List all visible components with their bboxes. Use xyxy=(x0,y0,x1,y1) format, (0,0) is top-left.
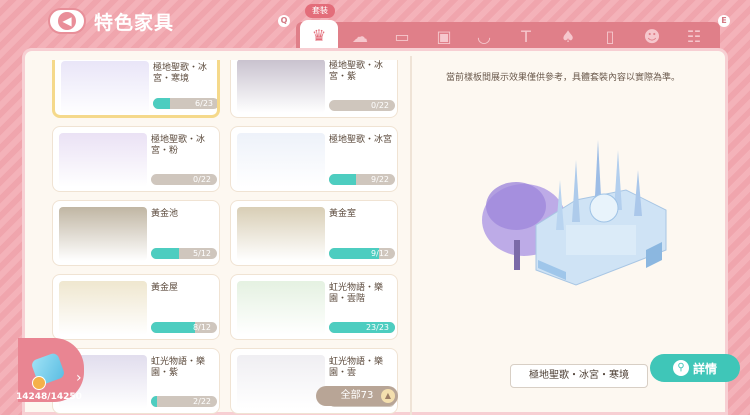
set-name: 虹光物語・樂園・紫 xyxy=(151,357,206,378)
set-name: 虹光物語・樂園・雲階 xyxy=(329,283,384,304)
chevron-right-icon: › xyxy=(76,370,82,386)
bed-icon[interactable]: ▭ xyxy=(390,26,414,48)
back-button[interactable]: ◀ xyxy=(48,8,86,34)
set-card[interactable]: 黃金屋 8/12 xyxy=(52,274,220,340)
chevron-left-icon: ◀ xyxy=(58,12,76,30)
set-name: 極地聖歌・冰宮 xyxy=(329,135,393,145)
set-progress-text: 5/12 xyxy=(193,249,211,258)
lamp-icon[interactable]: ♠ xyxy=(556,26,580,48)
set-progress-bar: 8/12 xyxy=(151,322,217,333)
set-progress-bar: 2/22 xyxy=(151,396,217,407)
set-name: 黃金屋 xyxy=(151,283,179,293)
filter-dropdown[interactable]: 全部73 ▲ xyxy=(316,386,398,406)
set-name: 黃金室 xyxy=(329,209,357,219)
set-card[interactable]: 極地聖歌・冰宮・粉 0/22 xyxy=(52,126,220,192)
set-progress-text: 23/23 xyxy=(365,323,389,332)
set-progress-bar: 0/22 xyxy=(329,100,395,111)
set-progress-fill xyxy=(151,248,179,259)
set-progress-fill xyxy=(151,322,195,333)
filter-label: 全部73 xyxy=(340,390,374,401)
set-thumbnail xyxy=(237,133,325,187)
set-progress-fill xyxy=(151,396,157,407)
set-card[interactable]: 黃金池 5/12 xyxy=(52,200,220,266)
detail-button[interactable]: ⚲ 詳情 xyxy=(650,354,740,382)
set-card[interactable]: 虹光物語・樂園・雲階 23/23 xyxy=(230,274,398,340)
set-progress-text: 0/22 xyxy=(193,175,211,184)
set-progress-bar: 9/22 xyxy=(329,174,395,185)
set-name: 極地聖歌・冰宮・粉 xyxy=(151,135,206,156)
set-progress-text: 8/12 xyxy=(193,323,211,332)
set-card[interactable]: 極地聖歌・冰宮・紫 0/22 xyxy=(230,60,398,118)
set-progress-text: 6/23 xyxy=(195,99,213,108)
set-progress-bar: 9/12 xyxy=(329,248,395,259)
inventory-count: 14248/14250 xyxy=(16,392,82,402)
set-thumbnail xyxy=(237,281,325,335)
sofa-icon[interactable]: ☁ xyxy=(348,26,372,48)
set-thumbnail xyxy=(59,133,147,187)
set-name: 虹光物語・樂園・雲 xyxy=(329,357,384,378)
fridge-icon[interactable]: ▯ xyxy=(598,26,622,48)
set-progress-bar: 6/23 xyxy=(153,98,217,109)
preview-notice: 當前樣板間展示效果僅供參考，具體套裝內容以實際為準。 xyxy=(446,73,681,83)
set-name: 極地聖歌・冰宮・紫 xyxy=(329,61,384,82)
furniture-set-list[interactable]: 極地聖歌・冰宮・寒境 6/23 極地聖歌・冰宮・紫 0/22 極地聖歌・冰宮・粉 0/22… xyxy=(52,60,404,415)
stove-icon[interactable]: ▣ xyxy=(432,26,456,48)
bear-icon[interactable]: ☻ xyxy=(640,26,664,48)
set-progress-bar: 0/22 xyxy=(151,174,217,185)
set-progress-fill xyxy=(153,98,171,109)
set-name: 黃金池 xyxy=(151,209,179,219)
set-card[interactable]: 極地聖歌・冰宮・寒境 6/23 xyxy=(52,60,220,118)
search-icon: ⚲ xyxy=(672,360,689,376)
set-thumbnail xyxy=(59,281,147,335)
set-card[interactable]: 極地聖歌・冰宮 9/22 xyxy=(230,126,398,192)
chevron-up-icon: ▲ xyxy=(381,389,395,403)
set-thumbnail xyxy=(59,207,147,261)
active-tab-label: 套裝 xyxy=(305,4,335,18)
set-thumbnail xyxy=(237,355,325,409)
ice-palace-preview-image xyxy=(482,140,667,286)
page-title: 特色家具 xyxy=(94,12,175,34)
set-progress-text: 2/22 xyxy=(193,397,211,406)
set-thumbnail xyxy=(237,207,325,261)
set-progress-text: 9/22 xyxy=(371,175,389,184)
set-card[interactable]: 黃金室 9/12 xyxy=(230,200,398,266)
selected-set-name: 極地聖歌・冰宮・寒境 xyxy=(510,364,648,388)
set-progress-text: 9/12 xyxy=(371,249,389,258)
set-thumbnail xyxy=(61,61,149,115)
bathtub-icon[interactable]: ◡ xyxy=(472,26,496,48)
panel-divider xyxy=(410,56,412,415)
wall-icon[interactable]: ☷ xyxy=(682,26,706,48)
detail-button-label: 詳情 xyxy=(692,361,717,376)
q-key-hint: Q xyxy=(278,15,290,27)
set-thumbnail xyxy=(237,60,325,113)
table-icon[interactable]: T xyxy=(514,26,538,48)
set-progress-bar: 23/23 xyxy=(329,322,395,333)
set-progress-bar: 5/12 xyxy=(151,248,217,259)
set-progress-fill xyxy=(329,174,356,185)
set-name: 極地聖歌・冰宮・寒境 xyxy=(153,63,208,84)
inventory-badge-icon xyxy=(32,376,46,390)
set-progress-text: 0/22 xyxy=(371,101,389,110)
e-key-hint: E xyxy=(718,15,730,27)
